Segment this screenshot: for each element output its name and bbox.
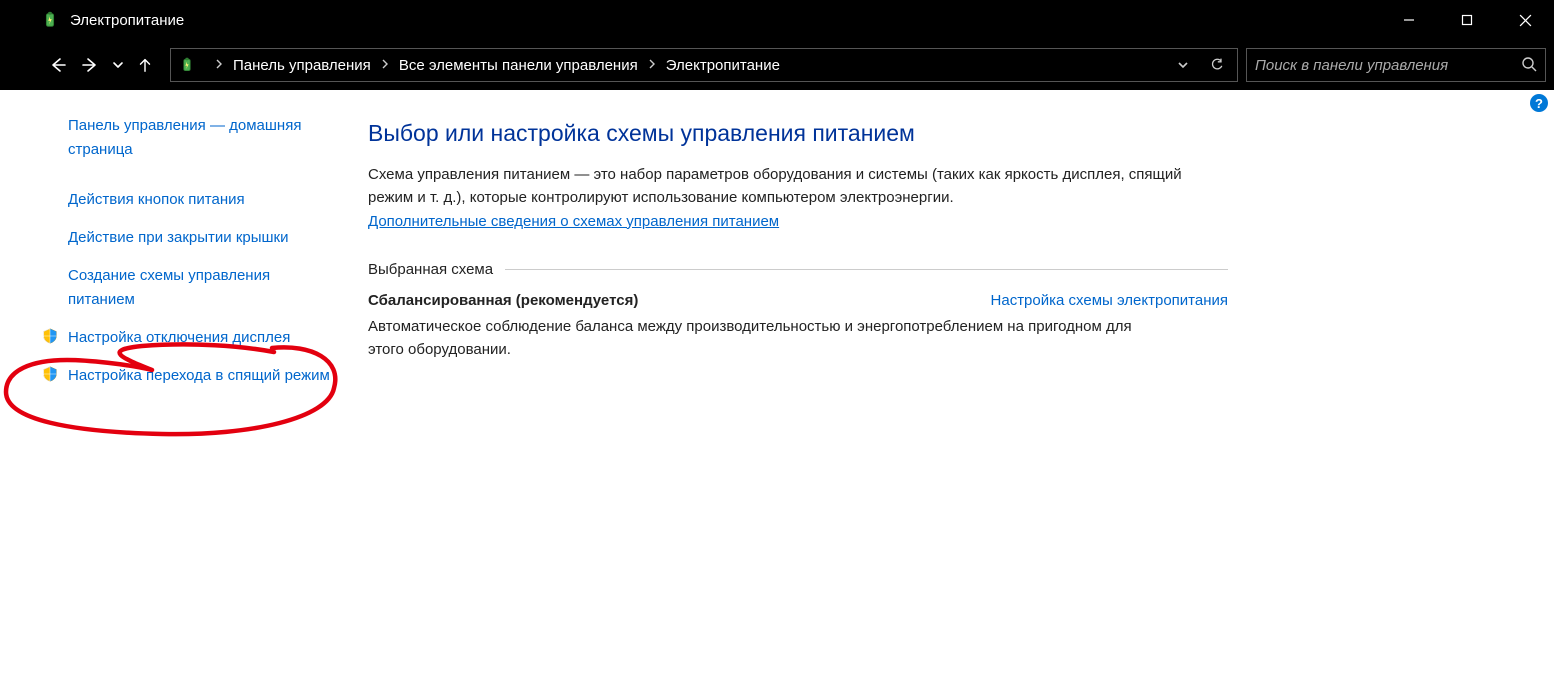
- sidebar: Панель управления — домашняя страница Де…: [0, 90, 350, 699]
- sidebar-display-off-link[interactable]: Настройка отключения дисплея: [40, 326, 340, 350]
- sidebar-item-label: Настройка отключения дисплея: [68, 326, 290, 350]
- content: ? Панель управления — домашняя страница …: [0, 90, 1554, 699]
- plan-settings-link[interactable]: Настройка схемы электропитания: [991, 292, 1228, 309]
- chevron-right-icon[interactable]: [381, 58, 389, 72]
- section-header: Выбранная схема: [368, 261, 1228, 278]
- sidebar-home-link[interactable]: Панель управления — домашняя страница: [40, 114, 340, 162]
- maximize-button[interactable]: [1438, 0, 1496, 40]
- battery-icon: [40, 10, 60, 30]
- address-history-button[interactable]: [1169, 48, 1197, 82]
- learn-more-link[interactable]: Дополнительные сведения о схемах управле…: [368, 213, 779, 230]
- nav-forward-button[interactable]: [74, 48, 108, 82]
- search-box[interactable]: [1246, 48, 1546, 82]
- breadcrumb-all[interactable]: Все элементы панели управления: [399, 57, 638, 74]
- nav-recent-button[interactable]: [108, 48, 128, 82]
- nav-up-button[interactable]: [128, 48, 162, 82]
- breadcrumb-root[interactable]: Панель управления: [233, 57, 371, 74]
- sidebar-create-plan-link[interactable]: Создание схемы управления питанием: [40, 264, 340, 312]
- sidebar-item-label: Действие при закрытии крышки: [68, 226, 288, 250]
- plan-name: Сбалансированная (рекомендуется): [368, 292, 638, 309]
- sidebar-lid-action-link[interactable]: Действие при закрытии крышки: [40, 226, 340, 250]
- sidebar-sleep-link[interactable]: Настройка перехода в спящий режим: [40, 364, 340, 388]
- plan-description: Автоматическое соблюдение баланса между …: [368, 315, 1148, 362]
- addressbar[interactable]: Панель управления Все элементы панели уп…: [170, 48, 1238, 82]
- sidebar-item-label: Создание схемы управления питанием: [68, 264, 340, 312]
- window-title: Электропитание: [70, 12, 184, 29]
- main-panel: Выбор или настройка схемы управления пит…: [350, 90, 1554, 699]
- sidebar-button-actions-link[interactable]: Действия кнопок питания: [40, 188, 340, 212]
- shield-icon: [40, 326, 60, 346]
- titlebar: Электропитание: [0, 0, 1554, 40]
- sidebar-item-label: Настройка перехода в спящий режим: [68, 364, 330, 388]
- sidebar-item-label: Действия кнопок питания: [68, 188, 245, 212]
- page-description: Схема управления питанием — это набор па…: [368, 163, 1218, 233]
- page-heading: Выбор или настройка схемы управления пит…: [368, 120, 1514, 147]
- section-label: Выбранная схема: [368, 261, 493, 278]
- battery-icon: [177, 55, 197, 75]
- shield-icon: [40, 364, 60, 384]
- close-button[interactable]: [1496, 0, 1554, 40]
- chevron-right-icon[interactable]: [215, 58, 223, 72]
- navbar: Панель управления Все элементы панели уп…: [0, 40, 1554, 90]
- search-icon[interactable]: [1521, 56, 1537, 75]
- window-controls: [1380, 0, 1554, 40]
- plan-row: Сбалансированная (рекомендуется) Настрой…: [368, 292, 1228, 309]
- chevron-right-icon[interactable]: [648, 58, 656, 72]
- sidebar-item-label: Панель управления — домашняя страница: [68, 114, 340, 162]
- minimize-button[interactable]: [1380, 0, 1438, 40]
- refresh-button[interactable]: [1203, 48, 1231, 82]
- nav-back-button[interactable]: [40, 48, 74, 82]
- search-input[interactable]: [1255, 57, 1537, 74]
- breadcrumb-current[interactable]: Электропитание: [666, 57, 780, 74]
- divider: [505, 269, 1228, 270]
